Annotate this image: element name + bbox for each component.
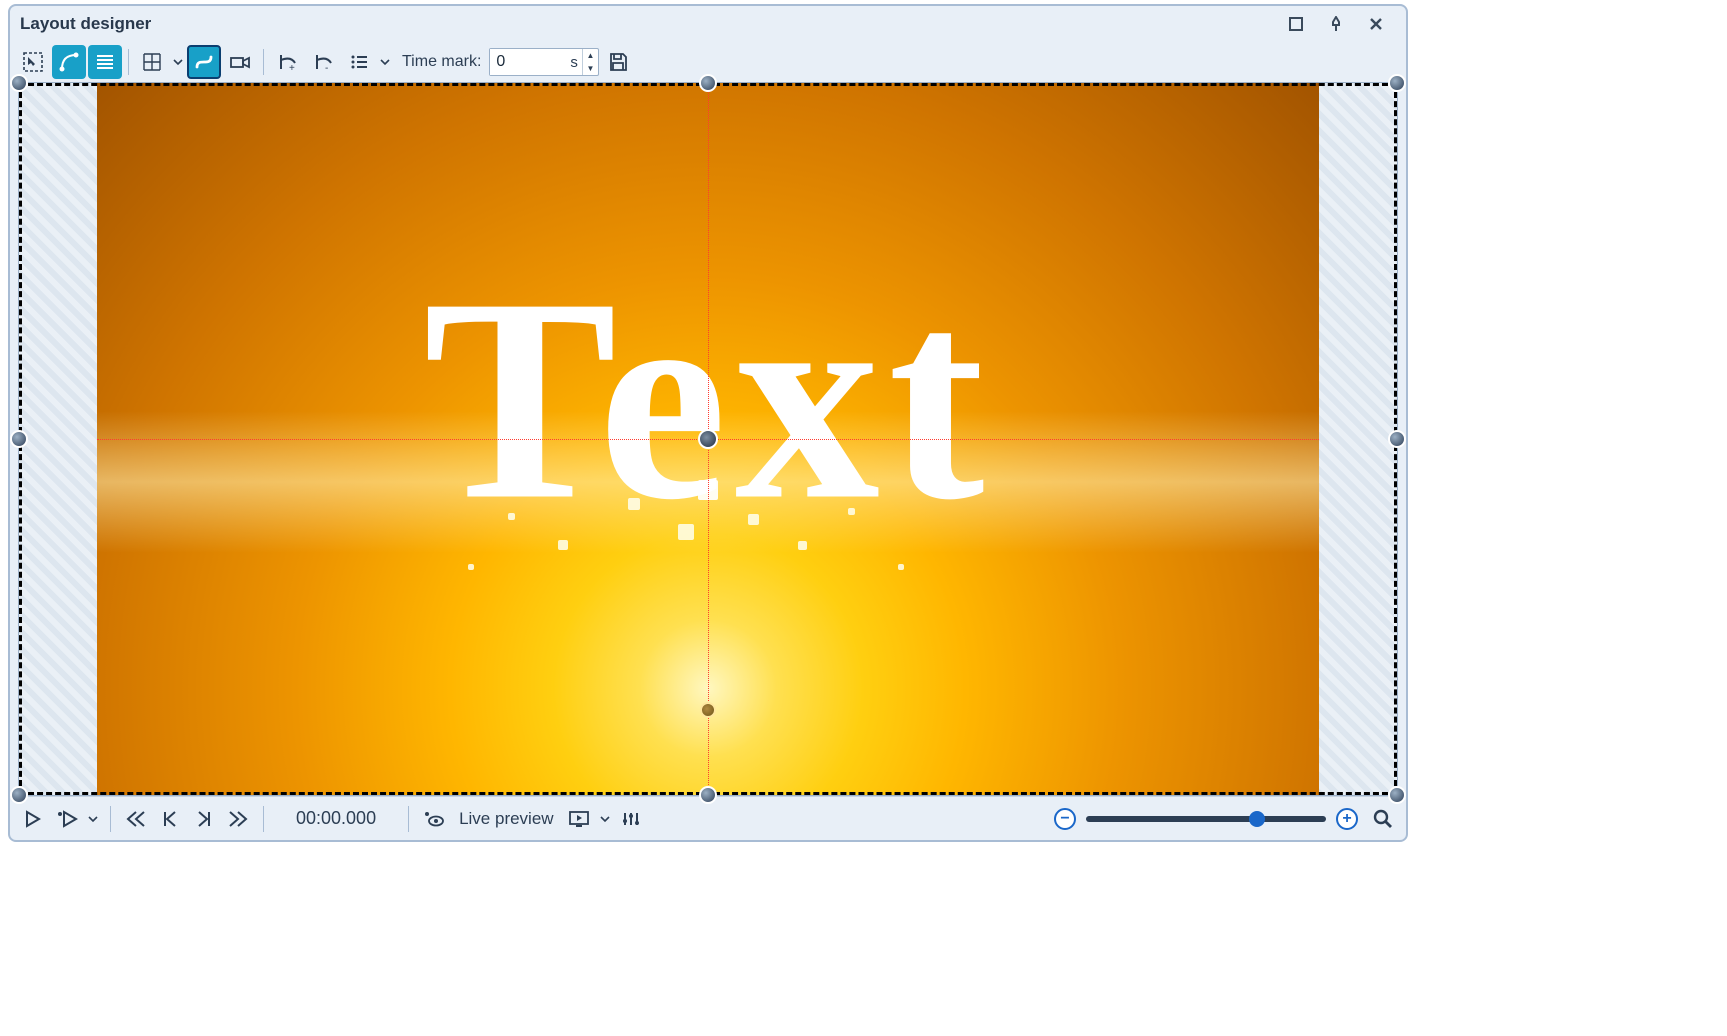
keyframe-in-button[interactable]: + (270, 45, 304, 79)
spin-down-icon[interactable]: ▼ (583, 62, 598, 75)
play-dropdown[interactable] (86, 814, 100, 824)
selection-marquee-icon (21, 50, 45, 74)
lines-icon (93, 50, 117, 74)
camera-icon (228, 50, 252, 74)
time-mark-input[interactable] (490, 49, 570, 75)
vector-tool-button[interactable] (52, 45, 86, 79)
anchor-handle[interactable] (700, 702, 716, 718)
go-end-button[interactable] (223, 804, 253, 834)
lines-tool-button[interactable] (88, 45, 122, 79)
go-start-icon (126, 810, 146, 828)
resize-handle-bottom-left[interactable] (10, 786, 28, 804)
pin-button[interactable] (1316, 10, 1356, 38)
play-from-cursor-button[interactable] (52, 804, 82, 834)
layout-designer-window: Layout designer (8, 4, 1408, 842)
close-button[interactable] (1356, 10, 1396, 38)
plus-icon: + (1342, 810, 1351, 828)
separator (263, 806, 264, 832)
fit-screen-icon (1372, 808, 1394, 830)
play-button[interactable] (18, 804, 48, 834)
monitor-play-icon (568, 810, 590, 828)
chevron-down-icon (600, 814, 610, 824)
play-icon (24, 810, 42, 828)
video-scene[interactable]: Text (97, 83, 1319, 795)
time-mark-label: Time mark: (402, 53, 481, 71)
go-start-button[interactable] (121, 804, 151, 834)
eye-cursor-icon (423, 810, 445, 828)
canvas-area[interactable]: Text (18, 82, 1398, 796)
camera-tool-button[interactable] (223, 45, 257, 79)
pin-icon (1328, 16, 1344, 32)
zoom-slider[interactable] (1086, 816, 1326, 822)
go-end-icon (228, 810, 248, 828)
preview-dropdown[interactable] (598, 814, 612, 824)
list-icon (347, 50, 371, 74)
keyframe-out-button[interactable]: - (306, 45, 340, 79)
motion-path-button[interactable] (187, 45, 221, 79)
resize-handle-bottom-mid[interactable] (699, 786, 717, 804)
live-preview-toggle[interactable] (419, 804, 449, 834)
maximize-button[interactable] (1276, 10, 1316, 38)
chevron-down-icon (173, 57, 183, 67)
resize-handle-mid-left[interactable] (10, 430, 28, 448)
list-dropdown[interactable] (378, 57, 392, 67)
grid-dropdown[interactable] (171, 57, 185, 67)
save-button[interactable] (601, 45, 635, 79)
minus-icon: − (1060, 810, 1069, 828)
time-mark-spinner[interactable]: ▲ ▼ (582, 49, 598, 75)
chevron-down-icon (380, 57, 390, 67)
step-forward-button[interactable] (189, 804, 219, 834)
resize-handle-top-left[interactable] (10, 74, 28, 92)
preview-window-button[interactable] (564, 804, 594, 834)
toolbar-separator (263, 49, 264, 75)
svg-text:-: - (325, 63, 328, 74)
step-back-icon (161, 810, 179, 828)
zoom-slider-thumb[interactable] (1249, 811, 1265, 827)
separator (110, 806, 111, 832)
time-mark-unit: s (570, 54, 582, 71)
resize-handle-top-mid[interactable] (699, 74, 717, 92)
titlebar: Layout designer (10, 6, 1406, 42)
grid-toggle-button[interactable] (135, 45, 169, 79)
center-handle[interactable] (698, 429, 718, 449)
levels-icon (621, 810, 641, 828)
maximize-icon (1288, 16, 1304, 32)
zoom-controls: − + (1054, 804, 1398, 834)
motion-path-icon (192, 50, 216, 74)
zoom-in-button[interactable]: + (1336, 808, 1358, 830)
keyframe-in-icon: + (275, 50, 299, 74)
spin-up-icon[interactable]: ▲ (583, 49, 598, 62)
svg-text:+: + (289, 63, 295, 74)
chevron-down-icon (88, 814, 98, 824)
live-preview-label: Live preview (459, 809, 554, 829)
step-back-button[interactable] (155, 804, 185, 834)
step-forward-icon (195, 810, 213, 828)
play-cursor-icon (56, 810, 78, 828)
grid-icon (140, 50, 164, 74)
save-icon (606, 50, 630, 74)
resize-handle-top-right[interactable] (1388, 74, 1406, 92)
vector-curve-icon (57, 50, 81, 74)
window-title: Layout designer (20, 14, 1276, 34)
separator (408, 806, 409, 832)
list-options-button[interactable] (342, 45, 376, 79)
zoom-out-button[interactable]: − (1054, 808, 1076, 830)
resize-handle-bottom-right[interactable] (1388, 786, 1406, 804)
levels-button[interactable] (616, 804, 646, 834)
resize-handle-mid-right[interactable] (1388, 430, 1406, 448)
close-icon (1368, 16, 1384, 32)
timecode-readout: 00:00.000 (296, 808, 376, 829)
keyframe-out-icon: - (311, 50, 335, 74)
time-mark-field[interactable]: s ▲ ▼ (489, 48, 599, 76)
toolbar-separator (128, 49, 129, 75)
zoom-fit-button[interactable] (1368, 804, 1398, 834)
